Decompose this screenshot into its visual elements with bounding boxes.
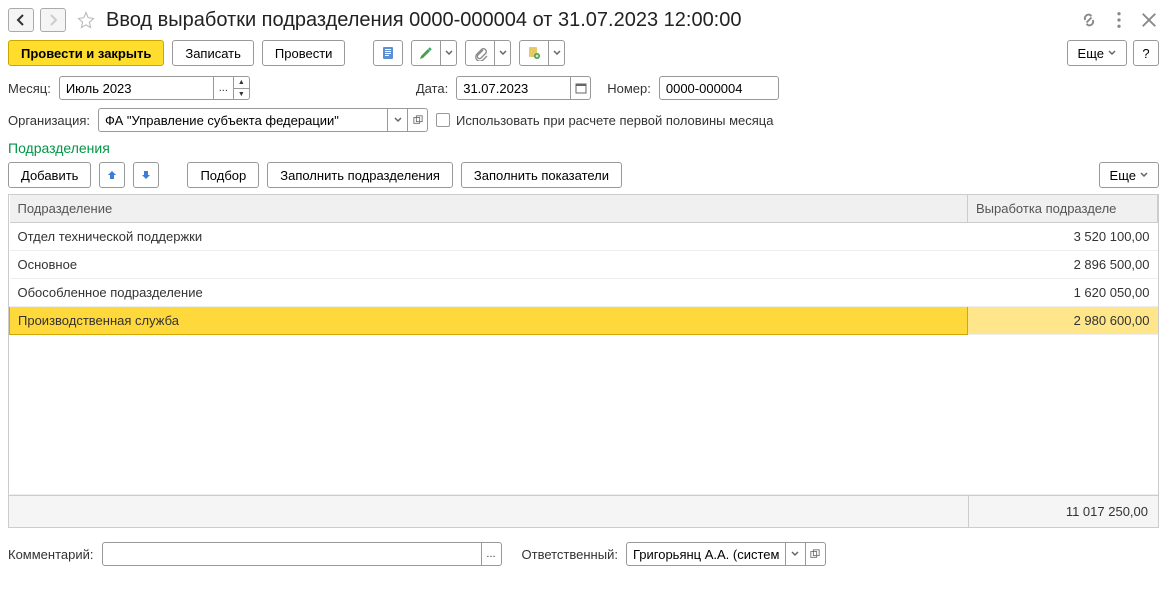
print-button[interactable] xyxy=(519,40,549,66)
add-button[interactable]: Добавить xyxy=(8,162,91,188)
ellipsis-button[interactable]: ... xyxy=(214,76,234,100)
departments-table[interactable]: Подразделение Выработка подразделе Отдел… xyxy=(8,194,1159,528)
responsible-label: Ответственный: xyxy=(522,547,618,562)
print-dropdown[interactable] xyxy=(519,40,565,66)
nav-back-button[interactable] xyxy=(8,8,34,32)
table-row-selected[interactable]: Производственная служба 2 980 600,00 xyxy=(10,307,1158,335)
organization-input[interactable] xyxy=(98,108,388,132)
table-row[interactable]: Обособленное подразделение 1 620 050,00 xyxy=(10,279,1158,307)
checkbox-icon xyxy=(436,113,450,127)
open-button[interactable] xyxy=(408,108,428,132)
kebab-menu-icon[interactable] xyxy=(1109,10,1129,30)
chevron-down-icon xyxy=(1140,171,1148,179)
column-header-value[interactable]: Выработка подразделе xyxy=(968,195,1158,223)
fill-indicators-button[interactable]: Заполнить показатели xyxy=(461,162,622,188)
comment-label: Комментарий: xyxy=(8,547,94,562)
open-external-icon xyxy=(810,549,820,559)
more-button[interactable]: Еще xyxy=(1067,40,1127,66)
date-label: Дата: xyxy=(416,81,448,96)
pencil-green-icon xyxy=(418,45,434,61)
paperclip-icon xyxy=(472,45,488,61)
save-button[interactable]: Записать xyxy=(172,40,254,66)
table-total: 11 017 250,00 xyxy=(968,496,1158,527)
document-plus-icon xyxy=(526,45,542,61)
close-button[interactable] xyxy=(1139,10,1159,30)
table-more-button[interactable]: Еще xyxy=(1099,162,1159,188)
chevron-down-icon[interactable] xyxy=(495,40,511,66)
dropdown-button[interactable] xyxy=(388,108,408,132)
star-icon xyxy=(77,11,95,29)
close-icon xyxy=(1139,10,1159,30)
arrow-right-icon xyxy=(47,14,59,26)
chevron-down-icon xyxy=(791,550,799,558)
open-button[interactable] xyxy=(806,542,826,566)
use-half-month-checkbox[interactable]: Использовать при расчете первой половины… xyxy=(436,113,773,128)
attach-button[interactable] xyxy=(465,40,495,66)
create-based-on-dropdown[interactable] xyxy=(411,40,457,66)
month-label: Месяц: xyxy=(8,81,51,96)
page-title: Ввод выработки подразделения 0000-000004… xyxy=(106,9,1073,32)
report-button[interactable] xyxy=(373,40,403,66)
move-down-button[interactable] xyxy=(133,162,159,188)
chevron-down-icon xyxy=(1108,49,1116,57)
link-icon[interactable] xyxy=(1079,10,1099,30)
organization-label: Организация: xyxy=(8,113,90,128)
arrow-left-icon xyxy=(15,14,27,26)
calendar-icon xyxy=(575,82,587,94)
fill-departments-button[interactable]: Заполнить подразделения xyxy=(267,162,453,188)
number-input[interactable] xyxy=(659,76,779,100)
month-input[interactable] xyxy=(59,76,214,100)
calendar-button[interactable] xyxy=(571,76,591,100)
dropdown-button[interactable] xyxy=(786,542,806,566)
move-up-button[interactable] xyxy=(99,162,125,188)
date-input[interactable] xyxy=(456,76,571,100)
arrow-up-blue-icon xyxy=(106,169,118,181)
column-header-department[interactable]: Подразделение xyxy=(10,195,968,223)
favorite-star-icon[interactable] xyxy=(76,10,96,30)
open-external-icon xyxy=(413,115,423,125)
responsible-input[interactable] xyxy=(626,542,786,566)
chevron-down-icon xyxy=(394,116,402,124)
create-based-on-button[interactable] xyxy=(411,40,441,66)
pick-button[interactable]: Подбор xyxy=(187,162,259,188)
dots-vertical-icon xyxy=(1109,10,1129,30)
ellipsis-button[interactable]: ... xyxy=(482,542,502,566)
post-button[interactable]: Провести xyxy=(262,40,346,66)
chain-link-icon xyxy=(1079,10,1099,30)
spinner-down-button[interactable]: ▼ xyxy=(234,88,250,100)
help-button[interactable]: ? xyxy=(1133,40,1159,66)
number-label: Номер: xyxy=(607,81,651,96)
comment-input[interactable] xyxy=(102,542,482,566)
chevron-down-icon[interactable] xyxy=(441,40,457,66)
document-lines-icon xyxy=(380,45,396,61)
table-row[interactable]: Основное 2 896 500,00 xyxy=(10,251,1158,279)
chevron-down-icon[interactable] xyxy=(549,40,565,66)
arrow-down-blue-icon xyxy=(140,169,152,181)
attach-dropdown[interactable] xyxy=(465,40,511,66)
table-row[interactable]: Отдел технической поддержки 3 520 100,00 xyxy=(10,223,1158,251)
nav-forward-button[interactable] xyxy=(40,8,66,32)
departments-section-title: Подразделения xyxy=(8,140,1159,156)
spinner-up-button[interactable]: ▲ xyxy=(234,76,250,88)
post-and-close-button[interactable]: Провести и закрыть xyxy=(8,40,164,66)
